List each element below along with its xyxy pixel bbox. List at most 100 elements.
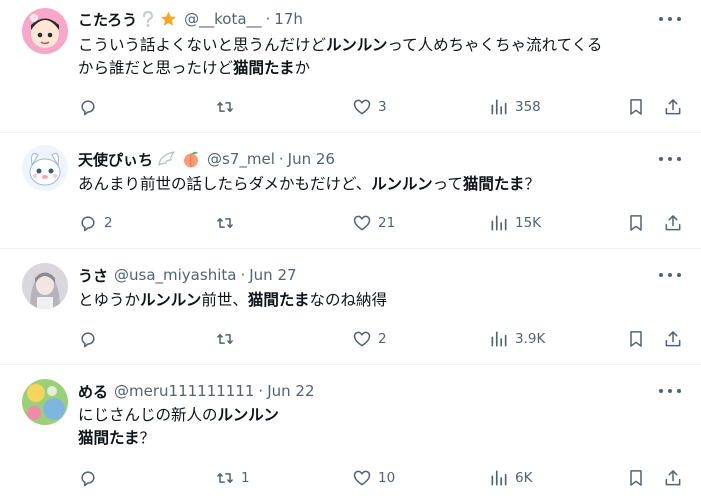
- bookmark-icon: [626, 468, 646, 488]
- post-text: あんまり前世の話したらダメかもだけど、ルンルンって猫間たま？: [78, 173, 678, 196]
- avatar[interactable]: [22, 8, 68, 54]
- separator-dot: ·: [278, 150, 284, 168]
- share-button[interactable]: [663, 328, 683, 350]
- repost-button[interactable]: 1: [215, 467, 250, 489]
- repost-icon: [215, 213, 235, 233]
- repost-icon: [215, 329, 235, 349]
- views-chart-icon: [489, 97, 509, 117]
- reply-button[interactable]: [78, 328, 104, 350]
- action-bar: 2 21 15K: [0, 212, 701, 234]
- post-text: にじさんじの新人のルンルン 猫間たま？: [78, 404, 678, 450]
- share-button[interactable]: [663, 96, 683, 118]
- highlighted-keyword: 猫間たま: [247, 291, 310, 309]
- reply-count: 2: [104, 215, 113, 231]
- like-button[interactable]: 2: [352, 328, 387, 350]
- display-name[interactable]: 天使ぴぃち: [78, 149, 153, 170]
- more-options-icon[interactable]: [659, 384, 681, 398]
- separator-dot: ·: [258, 382, 264, 400]
- heart-icon: [352, 329, 372, 349]
- bookmark-icon: [626, 97, 646, 117]
- bookmark-button[interactable]: [626, 328, 646, 350]
- question-mark-icon: [141, 10, 155, 28]
- post-time[interactable]: Jun 22: [267, 382, 314, 400]
- share-icon: [663, 468, 683, 488]
- highlighted-keyword: ルンルン: [140, 291, 202, 309]
- display-name[interactable]: うさ: [78, 265, 108, 286]
- like-count: 2: [378, 331, 387, 347]
- bookmark-button[interactable]: [626, 212, 646, 234]
- user-handle[interactable]: @__kota__: [184, 10, 261, 28]
- views-button[interactable]: 15K: [489, 212, 541, 234]
- share-button[interactable]: [663, 212, 683, 234]
- user-handle[interactable]: @usa_miyashita: [114, 266, 236, 284]
- post-text-line: にじさんじの新人のルンルン: [78, 404, 678, 427]
- text-segment: なのね納得: [309, 291, 387, 309]
- reply-button[interactable]: 2: [78, 212, 113, 234]
- wing-icon: [157, 150, 177, 168]
- highlighted-keyword: 猫間たま: [78, 429, 140, 447]
- bookmark-button[interactable]: [626, 96, 646, 118]
- reply-icon: [78, 213, 98, 233]
- avatar[interactable]: [22, 263, 68, 309]
- avatar[interactable]: [22, 145, 68, 191]
- highlighted-keyword: ルンルン: [326, 36, 388, 54]
- action-bar: 2 3.9K: [0, 328, 701, 350]
- heart-icon: [352, 97, 372, 117]
- post-time[interactable]: 17h: [274, 10, 303, 28]
- text-segment: とゆうか: [78, 291, 141, 309]
- post-time[interactable]: Jun 26: [288, 150, 335, 168]
- user-handle[interactable]: @s7_mel: [207, 150, 275, 168]
- user-handle[interactable]: @meru111111111: [114, 382, 254, 400]
- post-text-line: 猫間たま？: [78, 427, 678, 450]
- separator-dot: ·: [240, 266, 246, 284]
- more-options-icon[interactable]: [659, 12, 681, 26]
- reply-button[interactable]: [78, 96, 104, 118]
- display-name[interactable]: こたろう: [78, 9, 137, 30]
- text-segment: ？: [524, 175, 540, 193]
- action-bar: 3 358: [0, 96, 701, 118]
- post-header: 天使ぴぃち @s7_mel · Jun 26: [78, 148, 335, 170]
- post-text-line: こういう話よくないと思うんだけどルンルンって人めちゃくちゃ流れてくる: [78, 34, 678, 57]
- avatar[interactable]: [22, 379, 68, 425]
- bookmark-button[interactable]: [626, 467, 646, 489]
- heart-icon: [352, 468, 372, 488]
- post-text-line: から誰だと思ったけど猫間たまか: [78, 57, 678, 80]
- post-text-line: とゆうかルンルン前世、猫間たまなのね納得: [78, 289, 678, 312]
- post-time[interactable]: Jun 27: [249, 266, 296, 284]
- share-icon: [663, 329, 683, 349]
- separator-dot: ·: [265, 10, 271, 28]
- repost-button[interactable]: [215, 328, 241, 350]
- text-segment: って人めちゃくちゃ流れてくる: [387, 36, 603, 54]
- views-count: 358: [515, 99, 541, 115]
- repost-icon: [215, 97, 235, 117]
- share-button[interactable]: [663, 467, 683, 489]
- display-name[interactable]: める: [78, 381, 108, 402]
- like-button[interactable]: 21: [352, 212, 395, 234]
- post[interactable]: 天使ぴぃち @s7_mel · Jun 26 あんまり前世の話したらダメかもだけ…: [0, 133, 701, 249]
- views-button[interactable]: 6K: [489, 467, 532, 489]
- repost-button[interactable]: [215, 212, 241, 234]
- star-icon: [159, 10, 178, 28]
- text-segment: 前世、: [201, 291, 248, 309]
- views-chart-icon: [489, 213, 509, 233]
- reply-button[interactable]: [78, 467, 104, 489]
- post[interactable]: うさ @usa_miyashita · Jun 27 とゆうかルンルン前世、猫間…: [0, 249, 701, 365]
- highlighted-keyword: 猫間たま: [233, 59, 295, 77]
- more-options-icon[interactable]: [659, 268, 681, 282]
- views-count: 6K: [515, 470, 533, 486]
- post-header: うさ @usa_miyashita · Jun 27: [78, 264, 297, 286]
- timeline-feed: こたろう @__kota__ · 17h こういう話よくないと思うんだけどルンル…: [0, 0, 701, 502]
- text-segment: こういう話よくないと思うんだけど: [78, 36, 327, 54]
- views-button[interactable]: 358: [489, 96, 541, 118]
- views-button[interactable]: 3.9K: [489, 328, 545, 350]
- like-button[interactable]: 10: [352, 467, 395, 489]
- post[interactable]: める @meru111111111 · Jun 22 にじさんじの新人のルンルン…: [0, 365, 701, 502]
- like-button[interactable]: 3: [352, 96, 387, 118]
- post[interactable]: こたろう @__kota__ · 17h こういう話よくないと思うんだけどルンル…: [0, 0, 701, 133]
- post-text: とゆうかルンルン前世、猫間たまなのね納得: [78, 289, 678, 312]
- reply-icon: [78, 97, 98, 117]
- text-segment: か: [294, 59, 311, 77]
- text-segment: にじさんじの新人の: [78, 406, 218, 424]
- more-options-icon[interactable]: [659, 152, 681, 166]
- repost-button[interactable]: [215, 96, 241, 118]
